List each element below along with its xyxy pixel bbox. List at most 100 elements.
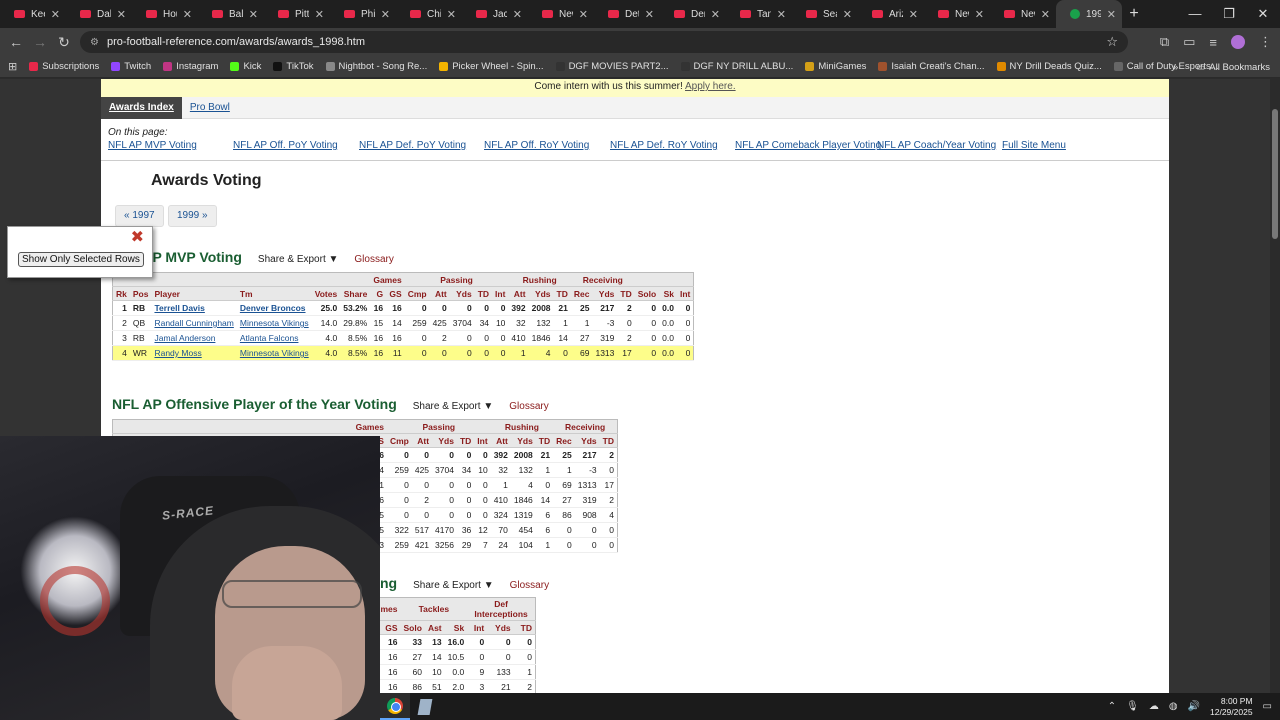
- all-bookmarks[interactable]: ▭ All Bookmarks: [1196, 62, 1270, 73]
- col-header[interactable]: Yds: [487, 620, 514, 635]
- browser-tab[interactable]: Seatt ✕: [792, 0, 858, 28]
- browser-tab[interactable]: Baltim ✕: [198, 0, 264, 28]
- close-tab-icon[interactable]: ✕: [513, 8, 522, 21]
- bookmark-item[interactable]: Isaiah Creati's Chan...: [878, 61, 985, 72]
- glossary-link[interactable]: Glossary: [354, 254, 393, 265]
- toc-link-comeback[interactable]: NFL AP Comeback Player Voting: [735, 140, 881, 151]
- toc-link-coach[interactable]: NFL AP Coach/Year Voting: [877, 140, 996, 151]
- bookmark-item[interactable]: MiniGames: [805, 61, 866, 72]
- page-scrollbar[interactable]: [1270, 79, 1280, 693]
- col-header[interactable]: Solo: [634, 286, 660, 301]
- cast-icon[interactable]: ▭: [1183, 34, 1195, 50]
- browser-tab[interactable]: Detro ✕: [594, 0, 660, 28]
- reload-icon[interactable]: ↻: [52, 34, 76, 51]
- extensions-icon[interactable]: ⧉: [1160, 34, 1169, 50]
- col-header[interactable]: Att: [429, 286, 450, 301]
- next-year-button[interactable]: 1999 »: [168, 205, 217, 227]
- col-header[interactable]: Cmp: [386, 433, 412, 448]
- toc-link-droy[interactable]: NFL AP Def. RoY Voting: [610, 140, 718, 151]
- col-header[interactable]: Votes: [311, 286, 341, 301]
- show-selected-rows-button[interactable]: Show Only Selected Rows: [18, 252, 144, 267]
- cloud-icon[interactable]: ☁: [1149, 701, 1159, 712]
- close-icon[interactable]: ✖: [131, 227, 144, 247]
- close-tab-icon[interactable]: ✕: [51, 8, 60, 21]
- glossary-link[interactable]: Glossary: [509, 401, 548, 412]
- close-tab-icon[interactable]: ✕: [447, 8, 456, 21]
- close-tab-icon[interactable]: ✕: [381, 8, 390, 21]
- col-header[interactable]: Att: [508, 286, 529, 301]
- new-tab-button[interactable]: +: [1122, 0, 1146, 28]
- col-header[interactable]: Share: [340, 286, 371, 301]
- bookmark-item[interactable]: Nightbot - Song Re...: [325, 61, 427, 72]
- more-bookmarks-icon[interactable]: »: [1173, 62, 1178, 73]
- col-header[interactable]: TD: [535, 433, 554, 448]
- tab-pro-bowl[interactable]: Pro Bowl: [182, 97, 238, 119]
- col-header[interactable]: Yds: [574, 433, 600, 448]
- browser-tab[interactable]: New ✕: [924, 0, 990, 28]
- scrollbar-thumb[interactable]: [1272, 109, 1278, 239]
- bookmark-item[interactable]: Picker Wheel - Spin...: [439, 61, 544, 72]
- browser-tab[interactable]: Chica ✕: [396, 0, 462, 28]
- volume-icon[interactable]: 🔊: [1188, 701, 1200, 712]
- share-export-button[interactable]: Share & Export ▼: [413, 580, 494, 591]
- player-link[interactable]: Jamal Anderson: [154, 333, 215, 343]
- browser-tab[interactable]: Denv ✕: [660, 0, 726, 28]
- browser-tab[interactable]: Tamp ✕: [726, 0, 792, 28]
- col-header[interactable]: GS: [386, 286, 405, 301]
- close-tab-icon[interactable]: ✕: [975, 8, 984, 21]
- prev-year-button[interactable]: « 1997: [115, 205, 164, 227]
- col-header[interactable]: Yds: [592, 286, 618, 301]
- team-link[interactable]: Atlanta Falcons: [240, 333, 299, 343]
- close-tab-icon[interactable]: ✕: [645, 8, 654, 21]
- close-tab-icon[interactable]: ✕: [711, 8, 720, 21]
- col-header[interactable]: Yds: [528, 286, 554, 301]
- toc-link-opoy[interactable]: NFL AP Off. PoY Voting: [233, 140, 338, 151]
- close-tab-icon[interactable]: ✕: [579, 8, 588, 21]
- player-link[interactable]: Randall Cunningham: [154, 318, 233, 328]
- col-header[interactable]: Pos: [129, 286, 152, 301]
- forward-icon[interactable]: →: [28, 34, 52, 50]
- col-header[interactable]: Player: [151, 286, 237, 301]
- col-header[interactable]: Rec: [553, 433, 575, 448]
- col-header[interactable]: Rk: [112, 286, 130, 301]
- address-bar[interactable]: ⚙ pro-football-reference.com/awards/awar…: [80, 31, 1128, 53]
- col-header[interactable]: Att: [490, 433, 511, 448]
- close-tab-icon[interactable]: ✕: [249, 8, 258, 21]
- browser-tab[interactable]: Pittsb ✕: [264, 0, 330, 28]
- bookmark-item[interactable]: TikTok: [273, 61, 314, 72]
- col-header[interactable]: Int: [467, 620, 488, 635]
- col-header[interactable]: Solo: [400, 620, 425, 635]
- bookmark-item[interactable]: DGF MOVIES PART2...: [555, 61, 669, 72]
- share-export-button[interactable]: Share & Export ▼: [413, 401, 494, 412]
- network-icon[interactable]: ◍: [1169, 701, 1178, 712]
- browser-tab[interactable]: Jacks ✕: [462, 0, 528, 28]
- close-tab-icon[interactable]: ✕: [315, 8, 324, 21]
- col-header[interactable]: Yds: [449, 286, 475, 301]
- close-tab-icon[interactable]: ✕: [777, 8, 786, 21]
- bookmark-item[interactable]: NY Drill Deads Quiz...: [996, 61, 1102, 72]
- browser-tab[interactable]: Hous ✕: [132, 0, 198, 28]
- table-row[interactable]: 3 RB Jamal Anderson Atlanta Falcons 4.0 8.5% 1…: [112, 330, 694, 346]
- col-header[interactable]: TD: [599, 433, 618, 448]
- col-header[interactable]: TD: [513, 620, 536, 635]
- close-window-icon[interactable]: ✕: [1246, 0, 1280, 28]
- taskbar-app[interactable]: [410, 693, 440, 720]
- col-header[interactable]: Sk: [659, 286, 677, 301]
- col-header[interactable]: Cmp: [404, 286, 430, 301]
- col-header[interactable]: Yds: [510, 433, 536, 448]
- col-header[interactable]: Ast: [424, 620, 445, 635]
- bookmark-item[interactable]: Twitch: [111, 61, 151, 72]
- col-header[interactable]: G: [370, 286, 387, 301]
- toc-link-oroy[interactable]: NFL AP Off. RoY Voting: [484, 140, 589, 151]
- toc-link-dpoy[interactable]: NFL AP Def. PoY Voting: [359, 140, 466, 151]
- browser-tab[interactable]: New ✕: [990, 0, 1056, 28]
- table-row[interactable]: 1 RB Terrell Davis Denver Broncos 25.0 53.2% 1…: [112, 300, 694, 316]
- tab-awards-index[interactable]: Awards Index: [101, 96, 182, 119]
- team-link[interactable]: Minnesota Vikings: [240, 348, 309, 358]
- col-header[interactable]: Int: [492, 286, 509, 301]
- table-row[interactable]: 2 QB Randall Cunningham Minnesota Vikings 14…: [112, 315, 694, 331]
- clock[interactable]: 8:00 PM 12/29/2025: [1210, 696, 1253, 718]
- bookmark-star-icon[interactable]: ☆: [1106, 34, 1118, 50]
- col-header[interactable]: Sk: [444, 620, 468, 635]
- minimize-icon[interactable]: —: [1178, 0, 1212, 28]
